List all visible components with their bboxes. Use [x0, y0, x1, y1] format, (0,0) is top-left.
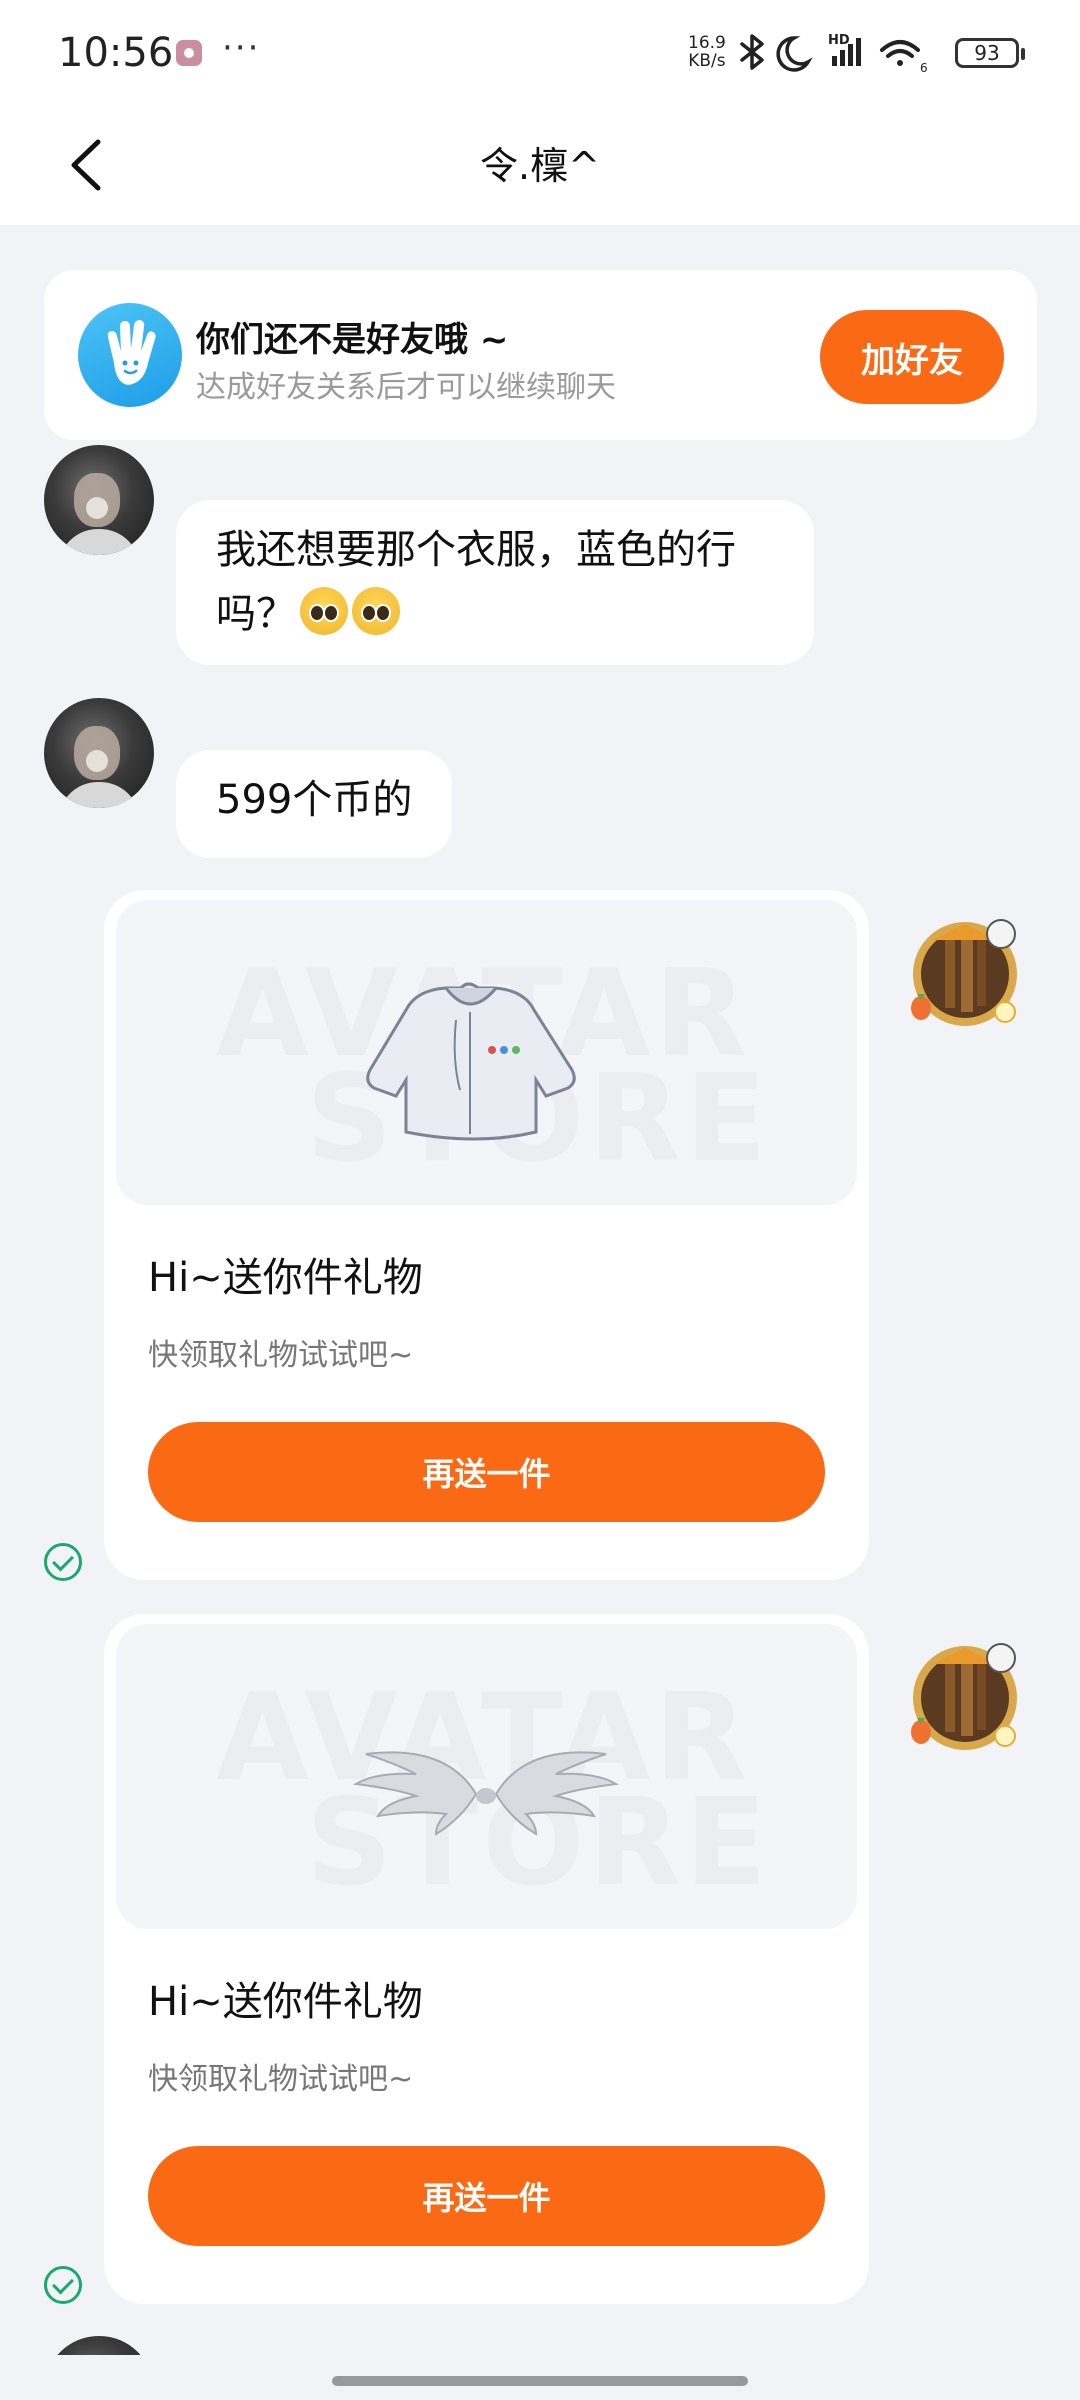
- status-time: 10:56: [58, 30, 174, 76]
- gift-image: AVATAR STORE: [116, 1624, 857, 1929]
- chat-header: 令.檁^: [0, 105, 1080, 225]
- contact-avatar[interactable]: [44, 698, 154, 808]
- status-icons: HD 6: [740, 33, 928, 75]
- banner-title: 你们还不是好友哦 ~: [196, 320, 509, 360]
- message-text-line2: 吗？: [216, 582, 774, 646]
- gift-title: Hi~送你件礼物: [148, 1979, 423, 2025]
- app-notification-icon: [176, 40, 202, 66]
- my-avatar[interactable]: [903, 1634, 1027, 1758]
- hoodie-icon: [366, 982, 576, 1141]
- signal-hd-label: HD: [828, 33, 850, 48]
- sent-check-icon: [44, 2266, 82, 2304]
- more-notifications-icon: ···: [222, 28, 261, 68]
- cellular-signal-icon: HD: [828, 33, 861, 66]
- message-text: 599个币的: [216, 777, 413, 823]
- message-bubble[interactable]: 599个币的: [176, 750, 453, 858]
- message-bubble[interactable]: 我还想要那个衣服，蓝色的行 吗？: [176, 500, 814, 665]
- wave-hand-icon: [78, 303, 182, 407]
- send-again-button[interactable]: 再送一件: [148, 1422, 825, 1522]
- wings-icon: [352, 1751, 620, 1836]
- add-friend-button[interactable]: 加好友: [820, 310, 1004, 404]
- wifi-label: 6: [920, 61, 928, 75]
- pleading-face-emoji-icon: [352, 587, 400, 635]
- pleading-face-emoji-icon: [300, 587, 348, 635]
- gift-subtitle: 快领取礼物试试吧~: [148, 2062, 414, 2097]
- sent-check-icon: [44, 1543, 82, 1581]
- gift-image: AVATAR STORE: [116, 900, 857, 1205]
- network-speed-value: 16.9: [688, 33, 726, 53]
- home-indicator[interactable]: [332, 2376, 748, 2386]
- gift-card[interactable]: AVATAR STORE Hi~送你件礼物 快领取礼物试试吧~ 再送一件: [104, 890, 869, 1580]
- gift-title: Hi~送你件礼物: [148, 1255, 423, 1301]
- gift-subtitle: 快领取礼物试试吧~: [148, 1338, 414, 1373]
- chat-title: 令.檁^: [480, 144, 600, 188]
- network-speed-unit: KB/s: [688, 51, 726, 71]
- send-again-button[interactable]: 再送一件: [148, 2146, 825, 2246]
- banner-subtitle: 达成好友关系后才可以继续聊天: [196, 370, 616, 405]
- wifi-icon: 6: [880, 40, 928, 75]
- not-friends-banner: 你们还不是好友哦 ~ 达成好友关系后才可以继续聊天 加好友: [44, 270, 1037, 440]
- my-avatar[interactable]: [903, 910, 1027, 1034]
- message-text: 我还想要那个衣服，蓝色的行: [216, 527, 736, 573]
- status-bar: 10:56 ··· 16.9 KB/s HD 6 93: [0, 0, 1080, 105]
- network-speed: 16.9 KB/s: [688, 34, 726, 70]
- contact-avatar[interactable]: [44, 445, 154, 555]
- bluetooth-icon: [740, 34, 764, 70]
- battery-indicator: 93: [955, 38, 1025, 68]
- gift-card[interactable]: AVATAR STORE Hi~送你件礼物 快领取礼物试试吧~ 再送一件: [104, 1614, 869, 2304]
- moon-icon: [776, 36, 813, 72]
